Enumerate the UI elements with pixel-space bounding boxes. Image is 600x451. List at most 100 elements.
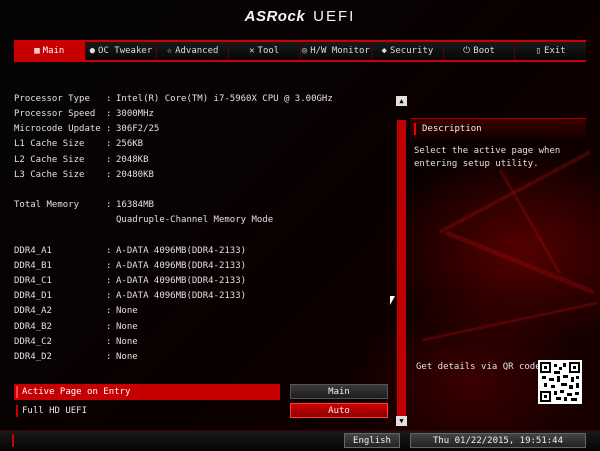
dimm-row: DDR4_A2 : None [14,305,394,320]
exit-door-icon: ▯ [535,46,542,56]
dimm-row: DDR4_A1 : A-DATA 4096MB(DDR4-2133) [14,244,394,259]
tab-label: Security [389,46,434,56]
tab-label: Tool [257,46,280,56]
info-value: 3000MHz [116,109,154,120]
info-separator: : [106,200,112,211]
description-text: Select the active page when entering set… [414,146,561,169]
selection-marker [16,405,18,417]
tab-tool[interactable]: ✕ Tool [229,42,301,60]
status-marker [12,434,14,447]
info-separator: : [106,93,112,104]
dimm-value: A-DATA 4096MB(DDR4-2133) [116,291,247,302]
info-separator: : [106,139,112,150]
setting-full-hd-uefi[interactable]: Full HD UEFI [14,403,280,419]
advanced-star-icon: ☆ [166,46,173,56]
setting-label: Full HD UEFI [22,406,88,416]
description-header: Description [410,118,586,139]
full-hd-uefi-select[interactable]: Auto [290,403,388,418]
info-separator: : [106,245,112,256]
dimm-row: DDR4_D1 : A-DATA 4096MB(DDR4-2133) [14,289,394,304]
tab-oc-tweaker[interactable]: ● OC Tweaker [86,42,158,60]
dimm-label: DDR4_D1 [14,291,52,302]
dimm-row: DDR4_C1 : A-DATA 4096MB(DDR4-2133) [14,274,394,289]
tab-main[interactable]: ▦ Main [14,42,86,60]
scrollbar-thumb[interactable] [397,120,406,416]
info-label: Microcode Update [14,124,101,135]
scroll-down-icon[interactable]: ▼ [396,416,407,426]
info-label: Processor Type [14,93,90,104]
info-row-processor-type: Processor Type : Intel(R) Core(TM) i7-59… [14,92,394,107]
info-row-microcode: Microcode Update : 306F2/25 [14,122,394,137]
info-value: 256KB [116,139,144,150]
qr-label: Get details via QR code [416,362,541,372]
info-separator: : [106,169,112,180]
language-button[interactable]: English [344,433,400,448]
qr-code-icon [538,360,582,404]
hw-monitor-icon: ◎ [301,46,308,56]
tab-advanced[interactable]: ☆ Advanced [157,42,229,60]
dimm-value: A-DATA 4096MB(DDR4-2133) [116,245,247,256]
tab-bar: ▦ Main ● OC Tweaker ☆ Advanced ✕ Tool ◎ … [14,40,586,62]
info-separator: : [106,109,112,120]
info-row-memory-mode: Quadruple-Channel Memory Mode [14,214,394,229]
scrollbar[interactable]: ▲ ▼ [396,96,407,426]
info-separator: : [106,321,112,332]
dimm-row: DDR4_B1 : A-DATA 4096MB(DDR4-2133) [14,259,394,274]
tab-label: H/W Monitor [310,46,370,56]
info-row-l1-cache: L1 Cache Size : 256KB [14,138,394,153]
mouse-cursor-icon [390,296,395,305]
tab-exit[interactable]: ▯ Exit [515,42,586,60]
dimm-label: DDR4_B1 [14,260,52,271]
main-grid-icon: ▦ [34,46,40,56]
dimm-label: DDR4_B2 [14,321,52,332]
info-value: 306F2/25 [116,124,160,135]
info-separator: : [106,352,112,363]
info-label: L3 Cache Size [14,169,85,180]
tab-hw-monitor[interactable]: ◎ H/W Monitor [301,42,373,60]
description-marker [414,123,416,135]
tool-wrench-icon: ✕ [249,46,255,56]
background-shard [421,301,599,342]
brand-suffix: UEFI [313,7,356,25]
description-title: Description [422,124,482,134]
description-panel: Description Select the active page when … [410,118,586,177]
scroll-up-icon[interactable]: ▲ [396,96,407,106]
dimm-value: None [116,336,138,347]
brand-header: ASRock UEFI [0,0,600,32]
tab-boot[interactable]: ⏻ Boot [444,42,516,60]
setting-active-page-on-entry[interactable]: Active Page on Entry [14,384,280,400]
info-value: 20480KB [116,169,154,180]
tab-security[interactable]: ◆ Security [372,42,444,60]
dimm-row: DDR4_D2 : None [14,350,394,365]
tab-label: Advanced [175,46,219,56]
info-row-total-memory: Total Memory : 16384MB [14,198,394,213]
boot-power-icon: ⏻ [463,46,471,56]
info-label: Processor Speed [14,109,96,120]
info-row-processor-speed: Processor Speed : 3000MHz [14,107,394,122]
security-shield-icon: ◆ [381,46,387,56]
dimm-value: A-DATA 4096MB(DDR4-2133) [116,260,247,271]
dimm-label: DDR4_C1 [14,276,52,287]
info-label: L1 Cache Size [14,139,85,150]
info-value: Quadruple-Channel Memory Mode [116,215,274,226]
active-page-on-entry-select[interactable]: Main [290,384,388,399]
dimm-label: DDR4_A1 [14,245,52,256]
status-bar: English Thu 01/22/2015, 19:51:44 [0,430,600,451]
dimm-label: DDR4_D2 [14,352,52,363]
dimm-row: DDR4_C2 : None [14,335,394,350]
dimm-value: None [116,321,138,332]
info-separator: : [106,336,112,347]
tab-label: Exit [544,46,566,56]
dimm-label: DDR4_C2 [14,336,52,347]
selection-marker [16,386,18,398]
info-value: 16384MB [116,200,154,211]
info-separator: : [106,260,112,271]
info-label: L2 Cache Size [14,154,85,165]
setting-label: Active Page on Entry [22,387,131,397]
dimm-value: None [116,352,138,363]
info-separator: : [106,154,112,165]
info-separator: : [106,306,112,317]
info-separator: : [106,124,112,135]
